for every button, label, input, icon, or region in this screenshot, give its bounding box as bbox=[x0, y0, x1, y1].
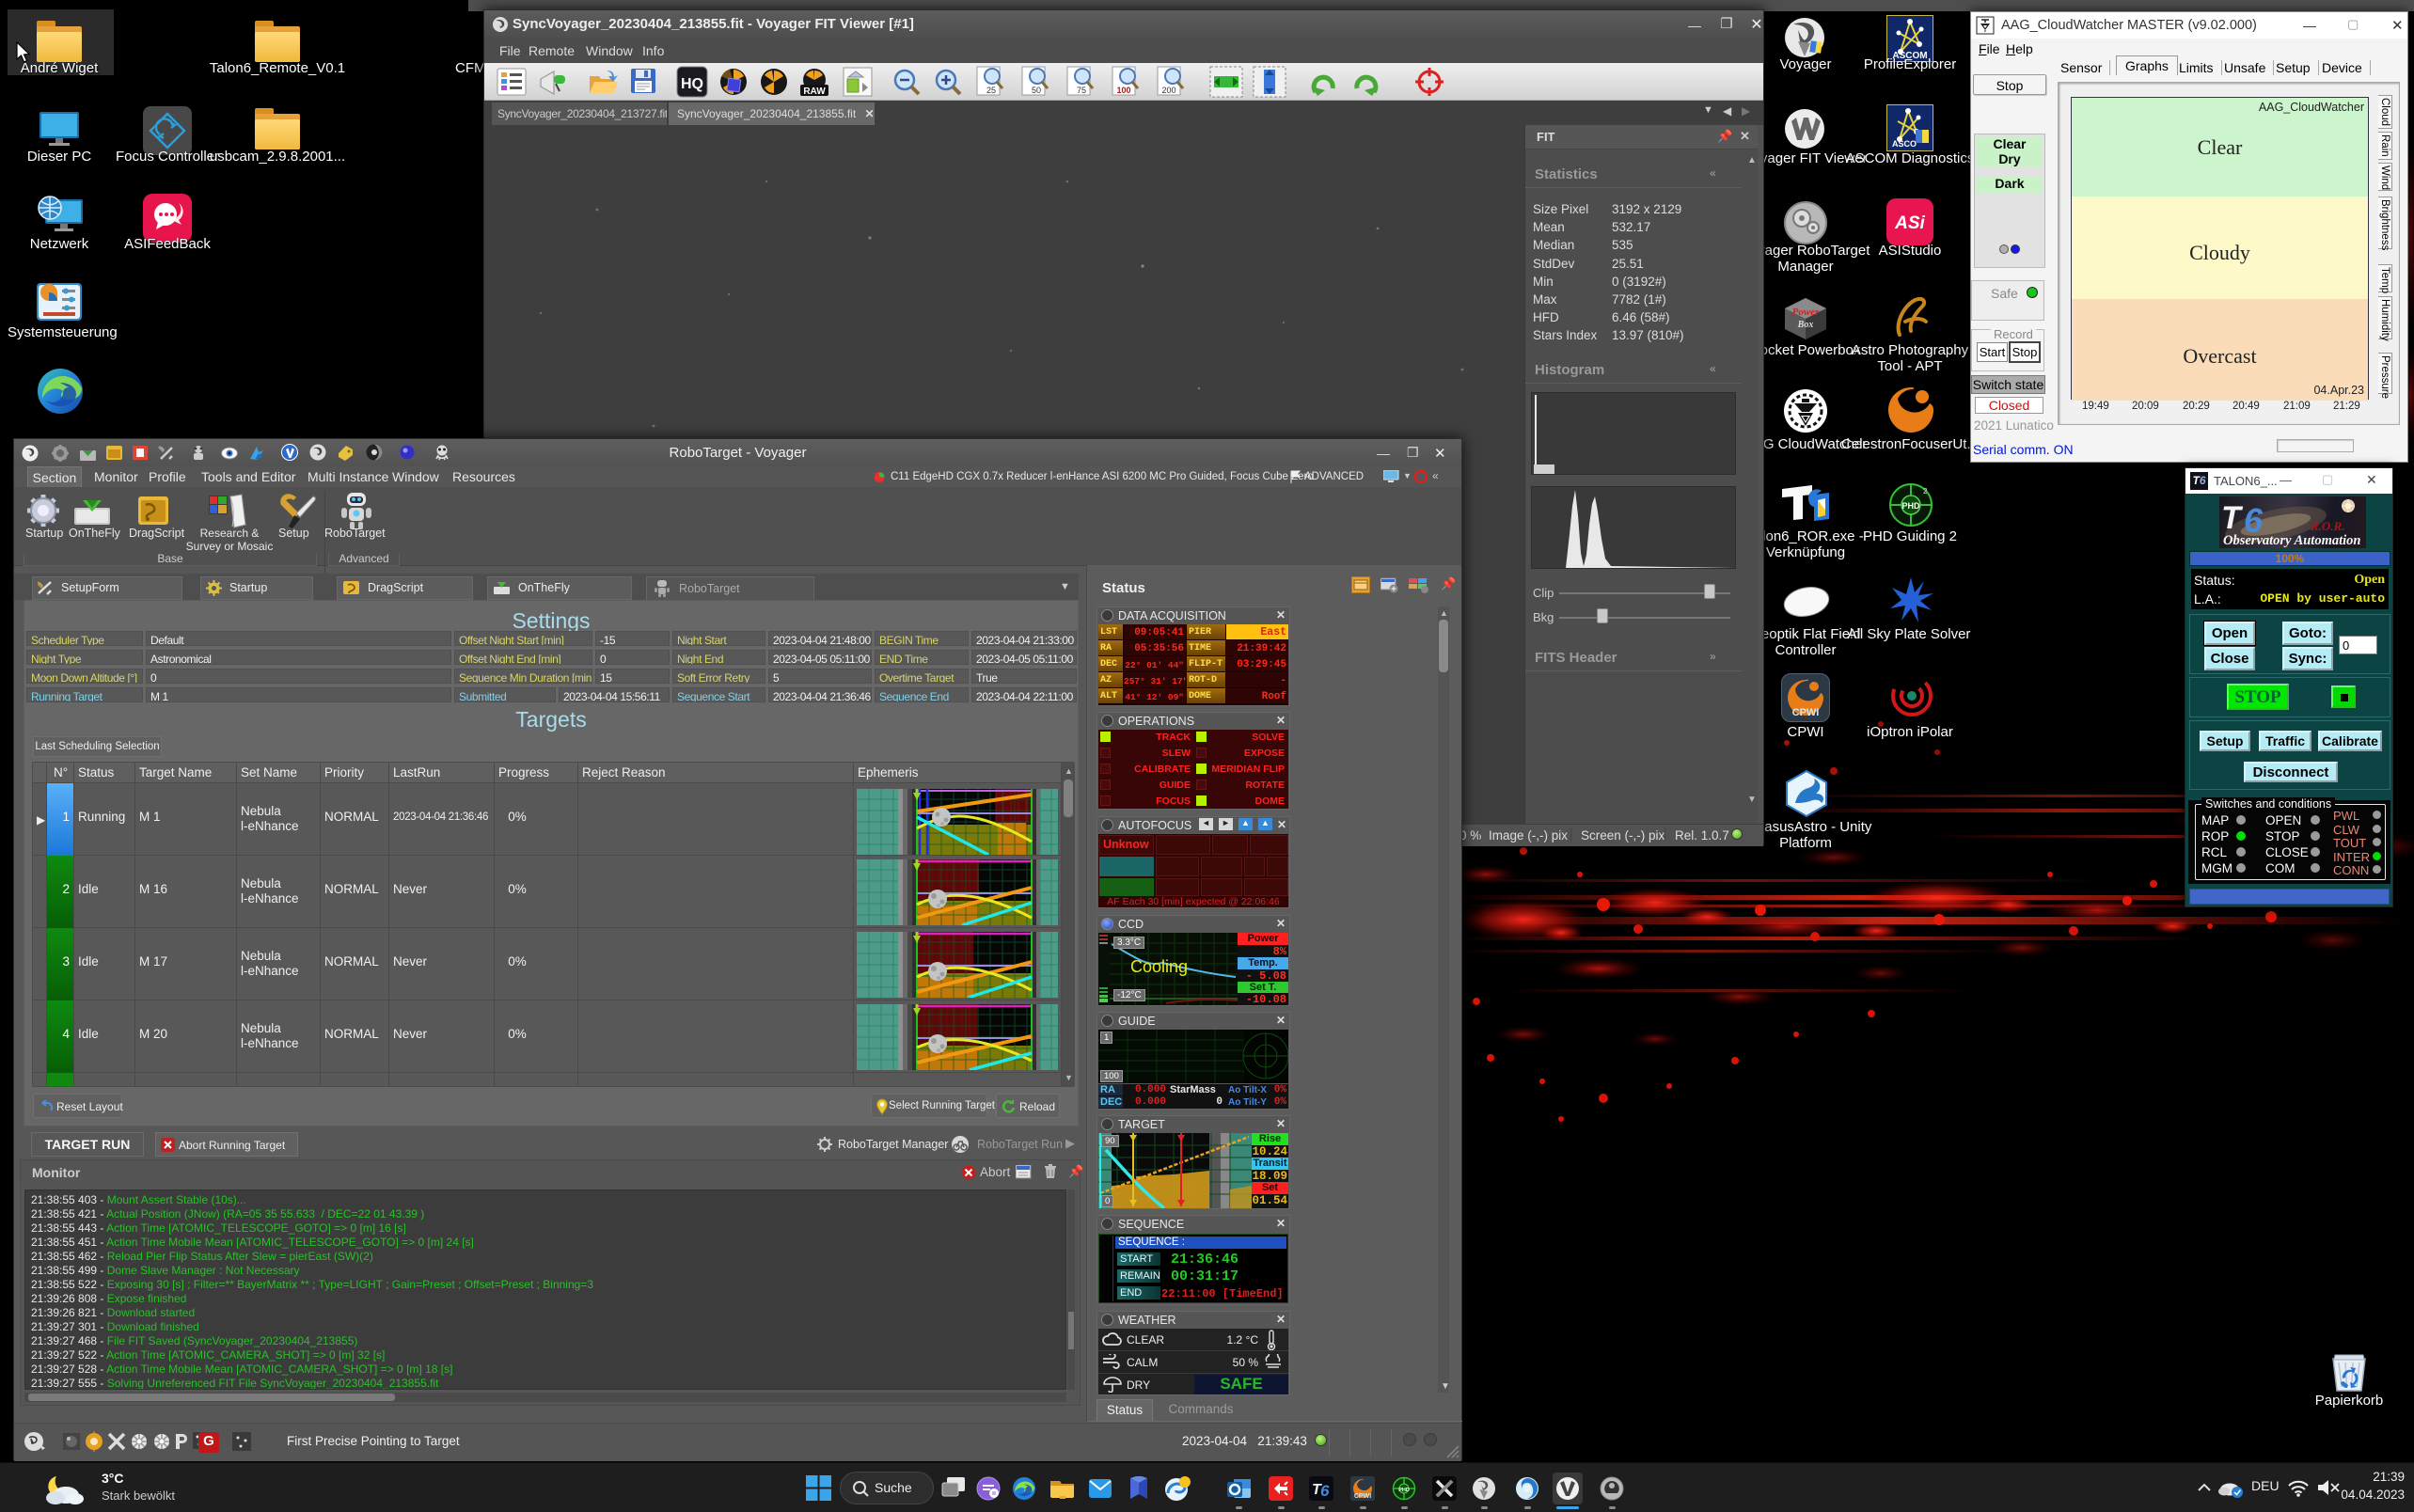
svg-text:ASi: ASi bbox=[1894, 213, 1925, 233]
svg-text:T: T bbox=[2221, 500, 2244, 536]
svg-text:2: 2 bbox=[1923, 487, 1928, 496]
svg-text:50: 50 bbox=[1032, 86, 1041, 95]
svg-text:RAW: RAW bbox=[803, 87, 826, 97]
svg-text:100: 100 bbox=[1116, 86, 1130, 95]
svg-text:75: 75 bbox=[1077, 86, 1086, 95]
svg-text:200: 200 bbox=[1161, 86, 1175, 95]
svg-text:25: 25 bbox=[986, 86, 996, 95]
svg-text:CPWI: CPWI bbox=[1792, 707, 1820, 718]
svg-text:Observatory Automation: Observatory Automation bbox=[2223, 533, 2361, 548]
svg-text:6: 6 bbox=[1320, 1482, 1330, 1500]
svg-text:PHD: PHD bbox=[1901, 501, 1920, 511]
svg-text:CPWI: CPWI bbox=[1354, 1493, 1371, 1500]
svg-text:R.O.R.: R.O.R. bbox=[2310, 519, 2344, 533]
svg-text:Power: Power bbox=[1792, 307, 1820, 318]
svg-text:HQ: HQ bbox=[681, 76, 703, 92]
svg-text:PHD: PHD bbox=[1398, 1488, 1410, 1493]
svg-text:ASCO: ASCO bbox=[1892, 139, 1917, 149]
svg-text:Box: Box bbox=[1797, 320, 1814, 330]
